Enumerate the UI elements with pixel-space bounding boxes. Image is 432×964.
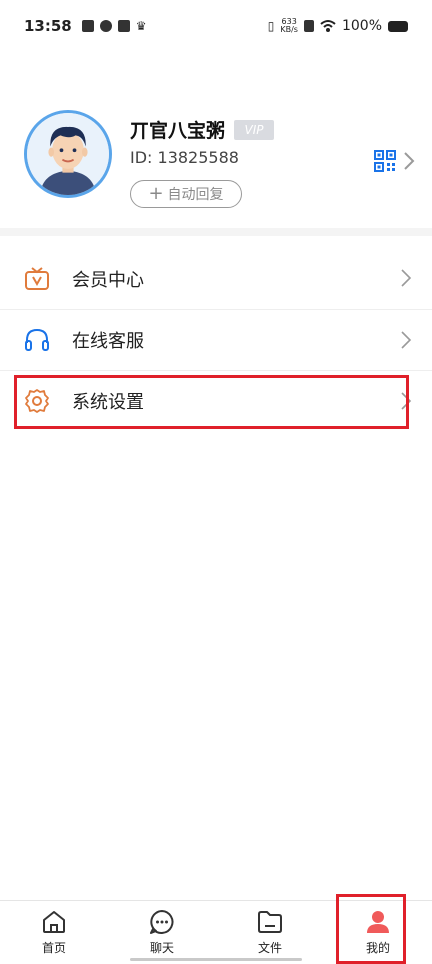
chevron-right-icon[interactable] xyxy=(402,150,416,172)
chevron-right-icon xyxy=(401,331,412,349)
tab-label: 首页 xyxy=(41,941,66,955)
crown-icon: ♛ xyxy=(135,19,147,33)
folder-icon xyxy=(258,911,282,933)
vip-badge: VIP xyxy=(234,120,274,140)
home-icon xyxy=(43,911,65,933)
avatar[interactable] xyxy=(24,110,112,198)
auto-reply-label: 自动回复 xyxy=(167,187,224,203)
vibrate-icon: ▯ xyxy=(267,19,275,33)
qr-code-icon[interactable] xyxy=(374,150,396,172)
tab-label: 聊天 xyxy=(149,941,174,955)
home-indicator xyxy=(130,958,302,961)
status-bar: 13:58 ♛ ▯ 633 KB/s 100% xyxy=(0,0,432,52)
app-icon xyxy=(99,20,112,32)
user-id: ID: 13825588 xyxy=(130,148,239,167)
clipboard-icon xyxy=(81,20,94,32)
menu-item-label: 系统设置 xyxy=(72,392,144,413)
tab-chat[interactable]: 聊天 xyxy=(108,901,216,964)
menu-item-online-service[interactable]: 在线客服 xyxy=(0,309,432,370)
profile-header[interactable]: 丌官八宝粥 VIP ID: 13825588 + 自动回复 xyxy=(24,110,416,208)
auto-reply-button[interactable]: + 自动回复 xyxy=(130,180,242,208)
mail-icon xyxy=(117,20,130,32)
chevron-right-icon xyxy=(401,269,412,287)
status-time: 13:58 xyxy=(24,17,72,35)
profile-page: 13:58 ♛ ▯ 633 KB/s 100% 丌官八宝粥 VIP ID: 13… xyxy=(0,0,432,964)
tab-home[interactable]: 首页 xyxy=(0,901,108,964)
menu-item-label: 在线客服 xyxy=(72,331,144,352)
net-speed-unit: KB/s xyxy=(280,25,298,34)
menu-item-system-settings[interactable]: 系统设置 xyxy=(0,370,432,431)
menu-item-vip-center[interactable]: 会员中心 xyxy=(0,248,432,309)
plus-icon: + xyxy=(148,183,164,204)
tv-vip-icon xyxy=(25,266,49,290)
wifi-icon xyxy=(320,20,336,32)
sim-icon xyxy=(303,20,314,32)
menu-list: 会员中心 在线客服 系统设置 xyxy=(0,248,432,431)
status-left: 13:58 ♛ xyxy=(24,17,147,35)
gear-icon xyxy=(25,389,49,413)
tab-mine[interactable]: 我的 xyxy=(324,901,432,964)
user-name: 丌官八宝粥 xyxy=(130,120,226,142)
net-speed: 633 KB/s xyxy=(280,18,298,34)
menu-item-label: 会员中心 xyxy=(72,269,144,291)
section-divider xyxy=(0,228,432,236)
battery-icon xyxy=(388,20,408,32)
tab-label: 我的 xyxy=(365,941,390,955)
tab-label: 文件 xyxy=(257,941,282,955)
headset-icon xyxy=(25,328,49,351)
tab-files[interactable]: 文件 xyxy=(216,901,324,964)
status-right: ▯ 633 KB/s 100% xyxy=(268,18,408,34)
avatar-illustration xyxy=(27,113,109,195)
chat-icon xyxy=(150,910,174,934)
chevron-right-icon xyxy=(401,392,412,410)
person-icon xyxy=(367,911,389,933)
battery-percent: 100% xyxy=(341,18,382,34)
bottom-nav: 首页 聊天 文件 我的 xyxy=(0,894,432,964)
